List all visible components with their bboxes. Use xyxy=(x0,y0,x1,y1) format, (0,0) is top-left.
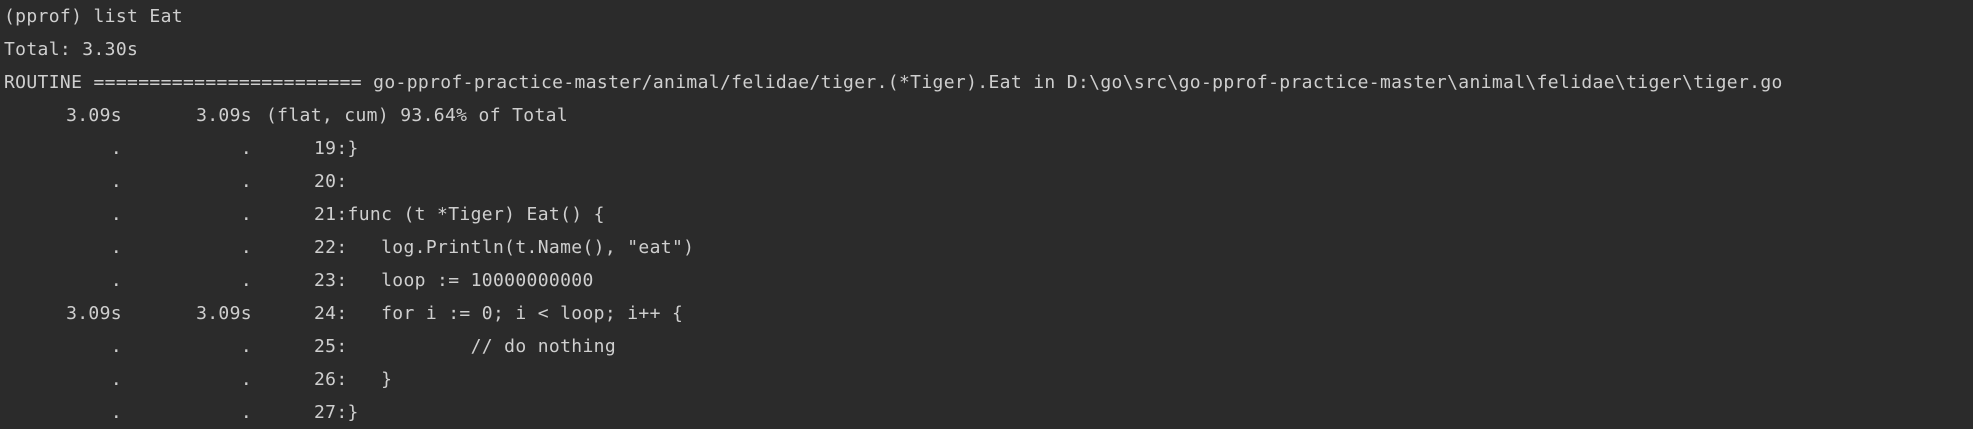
cum-value: . xyxy=(240,402,252,423)
source-code: 23: loop := 10000000000 xyxy=(314,270,594,291)
source-code: 24: for i := 0; i < loop; i++ { xyxy=(314,303,684,324)
flat-value: . xyxy=(110,402,122,423)
source-line: . . 27:} xyxy=(0,396,1973,429)
source-line-hot: 3.09s 3.09s 24: for i := 0; i < loop; i+… xyxy=(0,297,1973,330)
summary-cum: 3.09s xyxy=(196,105,252,126)
cum-value: 3.09s xyxy=(196,303,252,324)
total-line: Total: 3.30s xyxy=(4,39,139,60)
cum-value: . xyxy=(240,204,252,225)
source-code: 21:func (t *Tiger) Eat() { xyxy=(314,204,605,225)
summary-text: (flat, cum) 93.64% of Total xyxy=(266,105,569,126)
source-code: 25: // do nothing xyxy=(314,336,617,357)
source-line: . . 19:} xyxy=(0,132,1973,165)
command-line: (pprof) list Eat xyxy=(4,6,183,27)
terminal-output[interactable]: (pprof) list Eat Total: 3.30s ROUTINE ==… xyxy=(0,0,1973,428)
flat-value: . xyxy=(110,138,122,159)
routine-header: ROUTINE ======================== go-ppro… xyxy=(4,72,1783,93)
flat-value: 3.09s xyxy=(66,303,122,324)
flat-value: . xyxy=(110,204,122,225)
flat-value: . xyxy=(110,369,122,390)
flat-value: . xyxy=(110,237,122,258)
source-code: 26: } xyxy=(314,369,393,390)
source-line: . . 26: } xyxy=(0,363,1973,396)
source-line: . . 25: // do nothing xyxy=(0,330,1973,363)
source-code: 20: xyxy=(314,171,348,192)
source-code: 22: log.Println(t.Name(), "eat") xyxy=(314,237,695,258)
source-line: . . 22: log.Println(t.Name(), "eat") xyxy=(0,231,1973,264)
flat-value: . xyxy=(110,270,122,291)
cum-value: . xyxy=(240,270,252,291)
cum-value: . xyxy=(240,237,252,258)
source-code: 27:} xyxy=(314,402,359,423)
flat-value: . xyxy=(110,171,122,192)
source-line: . . 21:func (t *Tiger) Eat() { xyxy=(0,198,1973,231)
cum-value: . xyxy=(240,369,252,390)
flat-value: . xyxy=(110,336,122,357)
cum-value: . xyxy=(240,138,252,159)
summary-flat: 3.09s xyxy=(66,105,122,126)
cum-value: . xyxy=(240,336,252,357)
summary-row: 3.09s 3.09s (flat, cum) 93.64% of Total xyxy=(0,99,1973,132)
cum-value: . xyxy=(240,171,252,192)
source-code: 19:} xyxy=(314,138,359,159)
source-line: . . 23: loop := 10000000000 xyxy=(0,264,1973,297)
source-line: . . 20: xyxy=(0,165,1973,198)
